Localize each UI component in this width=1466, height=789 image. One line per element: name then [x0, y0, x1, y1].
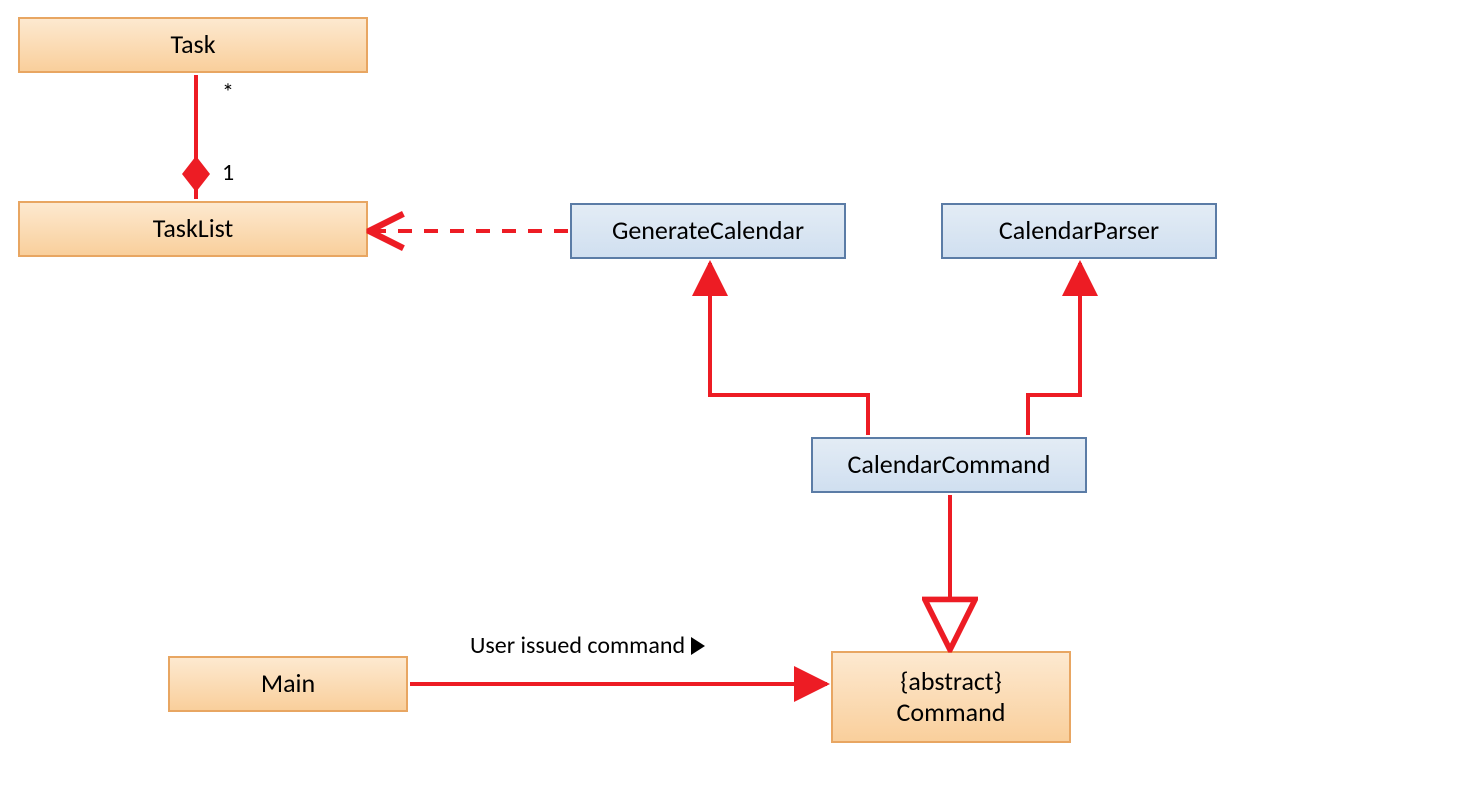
class-tasklist: TaskList	[18, 201, 368, 257]
class-generate-calendar-label: GenerateCalendar	[612, 215, 804, 246]
class-main: Main	[168, 656, 408, 712]
class-calendar-command-label: CalendarCommand	[848, 449, 1051, 480]
edge-calendarcommand-to-calendarparser	[1028, 263, 1080, 435]
multiplicity-task-many: *	[222, 78, 234, 107]
association-label-user-issued-command: User issued command	[470, 631, 705, 660]
association-label-text: User issued command	[470, 631, 685, 660]
class-task: Task	[18, 17, 368, 73]
class-generate-calendar: GenerateCalendar	[570, 203, 846, 259]
class-main-label: Main	[261, 668, 315, 699]
class-command-name: Command	[897, 697, 1006, 728]
class-command-abstract: {abstract}	[900, 666, 1002, 697]
edge-calendarcommand-to-generatecalendar	[710, 263, 868, 435]
class-calendar-parser-label: CalendarParser	[999, 215, 1159, 246]
direction-triangle-icon	[691, 637, 705, 655]
class-tasklist-label: TaskList	[153, 213, 234, 244]
multiplicity-tasklist-one: 1	[222, 158, 234, 187]
class-calendar-parser: CalendarParser	[941, 203, 1217, 259]
class-command: {abstract} Command	[831, 651, 1071, 743]
class-calendar-command: CalendarCommand	[811, 437, 1087, 493]
composition-diamond-icon	[182, 156, 210, 192]
class-task-label: Task	[170, 29, 215, 60]
